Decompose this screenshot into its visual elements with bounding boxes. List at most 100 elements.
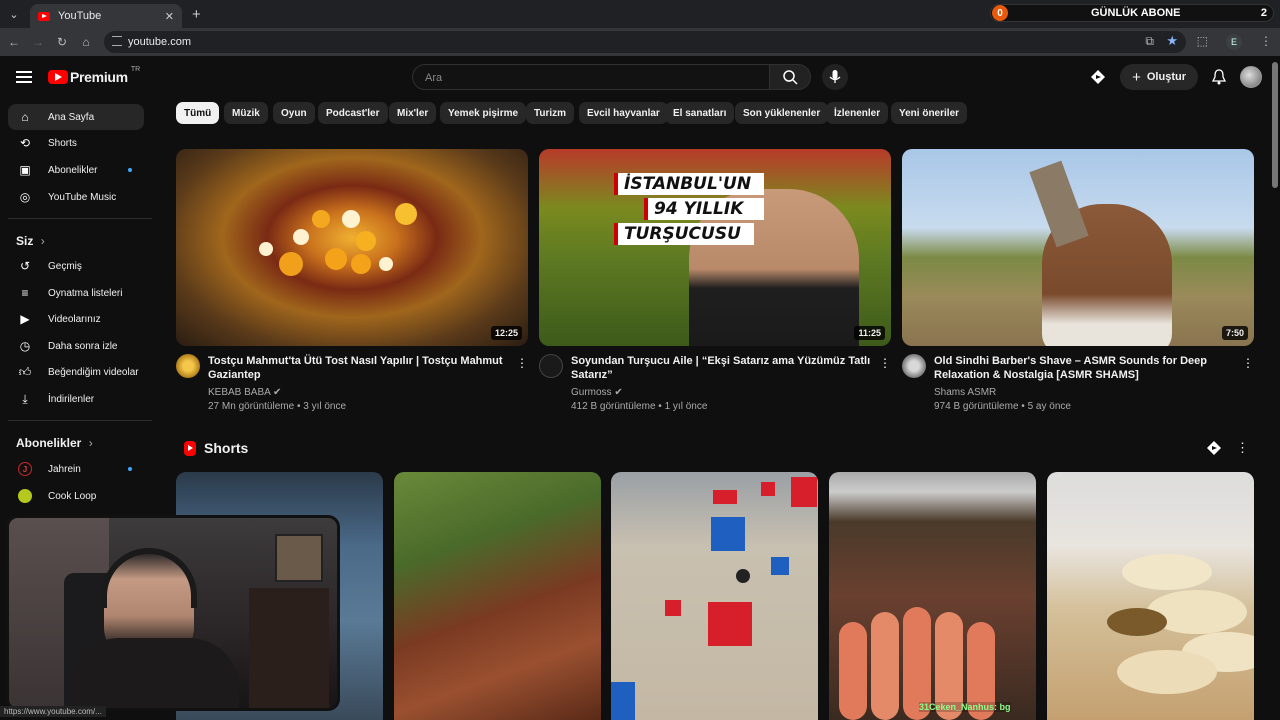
video-thumbnail[interactable]: 12:25	[176, 149, 528, 346]
sidebar-item-watch-later[interactable]: ◷ Daha sonra izle	[8, 333, 144, 359]
install-app-icon[interactable]: ⧉	[1145, 34, 1154, 49]
guide-menu-icon[interactable]	[16, 71, 32, 83]
liked-icon: 👍︎	[18, 364, 32, 379]
video-title[interactable]: Soyundan Turşucu Aile | “Ekşi Satarız am…	[571, 354, 871, 382]
reload-icon[interactable]: ↻	[50, 35, 74, 49]
short-sausages-graphic	[839, 607, 995, 720]
voice-search-button[interactable]	[822, 64, 848, 90]
close-tab-icon[interactable]: ✕	[165, 10, 174, 23]
chip-mixes[interactable]: Mix'ler	[389, 102, 437, 124]
channel-avatar[interactable]	[176, 354, 200, 378]
notifications-bell-icon[interactable]	[1212, 69, 1226, 85]
forward-arrow-icon[interactable]: →	[26, 35, 50, 49]
tab-search-chevron-icon[interactable]: ⌄	[0, 0, 28, 28]
you-section-header[interactable]: Siz ›	[16, 234, 45, 248]
home-button-icon[interactable]: ⌂	[74, 35, 98, 49]
extensions-icon[interactable]: ⬚	[1197, 34, 1208, 50]
address-bar[interactable]: youtube.com ⧉ ★	[104, 31, 1186, 53]
short-thumbnail[interactable]	[394, 472, 601, 720]
account-avatar[interactable]	[1240, 66, 1262, 88]
subscriptions-section-header[interactable]: Abonelikler ›	[16, 436, 93, 450]
sidebar-item-label: Ana Sayfa	[48, 111, 95, 123]
sidebar-item-downloads[interactable]: ⤓ İndirilenler	[8, 386, 144, 412]
browser-tab[interactable]: YouTube ✕	[30, 4, 182, 28]
search-input[interactable]: Ara	[412, 64, 770, 90]
chip-watched[interactable]: İzlenenler	[826, 102, 889, 124]
bookmark-star-icon[interactable]: ★	[1166, 33, 1178, 49]
video-menu-icon[interactable]: ⋮	[516, 356, 528, 370]
short-thumbnail[interactable]	[1047, 472, 1254, 720]
sidebar-item-label: Cook Loop	[48, 490, 97, 502]
youtube-play-logo-icon	[48, 70, 68, 84]
sidebar-item-youtube-music[interactable]: ◎ YouTube Music	[8, 184, 144, 210]
short-thumbnail[interactable]: 31Ceken_Nanhus: bg	[829, 472, 1036, 720]
video-card[interactable]: 7:50 Old Sindhi Barber's Shave – ASMR So…	[902, 149, 1254, 412]
your-videos-icon: ▶	[20, 312, 30, 326]
channel-name-text: Gurmoss	[571, 387, 612, 398]
sidebar-item-shorts[interactable]: ⟲ Shorts	[8, 130, 144, 156]
chip-cooking[interactable]: Yemek pişirme	[440, 102, 527, 124]
video-card[interactable]: 12:25 Tostçu Mahmut'ta Ütü Tost Nasıl Ya…	[176, 149, 528, 412]
video-thumbnail[interactable]: İSTANBUL'UN 94 YILLIK TURŞUCUSU 11:25	[539, 149, 891, 346]
profile-avatar[interactable]: E	[1226, 34, 1242, 50]
sub-count-right: 2	[1260, 7, 1267, 19]
page-scrollbar[interactable]	[1272, 62, 1278, 188]
video-duration: 12:25	[490, 326, 522, 340]
video-thumbnail[interactable]: 7:50	[902, 149, 1254, 346]
sidebar-channel-cook-loop[interactable]: Cook Loop	[8, 483, 144, 509]
chip-music[interactable]: Müzik	[224, 102, 268, 124]
chip-tourism[interactable]: Turizm	[526, 102, 575, 124]
video-menu-icon[interactable]: ⋮	[1242, 356, 1254, 370]
video-card[interactable]: İSTANBUL'UN 94 YILLIK TURŞUCUSU 11:25 So…	[539, 149, 891, 412]
thumbnail-caption-line: TURŞUCUSU	[614, 223, 754, 245]
short-thumbnail[interactable]	[611, 472, 818, 720]
history-icon: ↺	[19, 259, 31, 273]
microphone-icon	[829, 70, 841, 83]
shorts-menu-icon[interactable]: ⋮	[1236, 440, 1249, 456]
browser-menu-icon[interactable]: ⋮	[1260, 34, 1272, 50]
view-count: 27 Mn görüntüleme	[208, 401, 295, 412]
webcam-shelf	[249, 588, 329, 708]
create-button[interactable]: + Oluştur	[1120, 64, 1198, 90]
new-tab-plus-icon[interactable]: +	[192, 6, 201, 23]
upload-age: 3 yıl önce	[303, 401, 347, 412]
chip-pets[interactable]: Evcil hayvanlar	[579, 102, 668, 124]
chip-all[interactable]: Tümü	[176, 102, 220, 124]
channel-avatar[interactable]	[902, 354, 926, 378]
premium-gift-icon[interactable]	[1206, 440, 1222, 456]
premium-gift-icon[interactable]	[1090, 69, 1106, 85]
channel-name[interactable]: KEBAB BABA ✔	[208, 387, 281, 398]
sidebar-item-your-videos[interactable]: ▶ Videolarınız	[8, 306, 144, 332]
chip-crafts[interactable]: El sanatları	[665, 102, 735, 124]
video-menu-icon[interactable]: ⋮	[879, 356, 891, 370]
sub-goal-label: GÜNLÜK ABONE	[1091, 7, 1181, 19]
youtube-logo[interactable]: Premium TR	[48, 66, 140, 85]
back-arrow-icon[interactable]: ←	[2, 35, 26, 49]
sidebar-item-liked-videos[interactable]: 👍︎ Beğendiğim videolar	[8, 359, 144, 385]
shorts-icon: ⟲	[19, 136, 31, 150]
video-duration: 11:25	[854, 326, 885, 340]
video-title[interactable]: Tostçu Mahmut'ta Ütü Tost Nasıl Yapılır …	[208, 354, 508, 382]
search-button[interactable]	[769, 64, 811, 90]
chip-recently-uploaded[interactable]: Son yüklenenler	[735, 102, 829, 124]
sidebar-item-playlists[interactable]: ≡ Oynatma listeleri	[8, 280, 144, 306]
channel-name[interactable]: Gurmoss ✔	[571, 387, 623, 398]
divider	[8, 218, 152, 219]
chip-gaming[interactable]: Oyun	[273, 102, 315, 124]
sidebar-item-subscriptions[interactable]: ▣ Abonelikler	[8, 157, 144, 183]
channel-name[interactable]: Shams ASMR	[934, 387, 996, 398]
divider	[8, 420, 152, 421]
new-content-dot	[128, 168, 132, 172]
chip-new-to-you[interactable]: Yeni öneriler	[891, 102, 968, 124]
streamer-webcam-overlay	[6, 515, 340, 711]
sidebar-item-home[interactable]: ⌂ Ana Sayfa	[8, 104, 144, 130]
sidebar-item-history[interactable]: ↺ Geçmiş	[8, 253, 144, 279]
chip-podcasts[interactable]: Podcast'ler	[318, 102, 388, 124]
sidebar-channel-jahrein[interactable]: J Jahrein	[8, 456, 144, 482]
video-stats: 27 Mn görüntüleme • 3 yıl önce	[208, 401, 347, 412]
short-flatbread-graphic	[1107, 554, 1254, 694]
video-title[interactable]: Old Sindhi Barber's Shave – ASMR Sounds …	[934, 354, 1234, 382]
channel-avatar[interactable]	[539, 354, 563, 378]
you-header-label: Siz	[16, 234, 34, 248]
site-info-icon[interactable]	[112, 36, 122, 46]
